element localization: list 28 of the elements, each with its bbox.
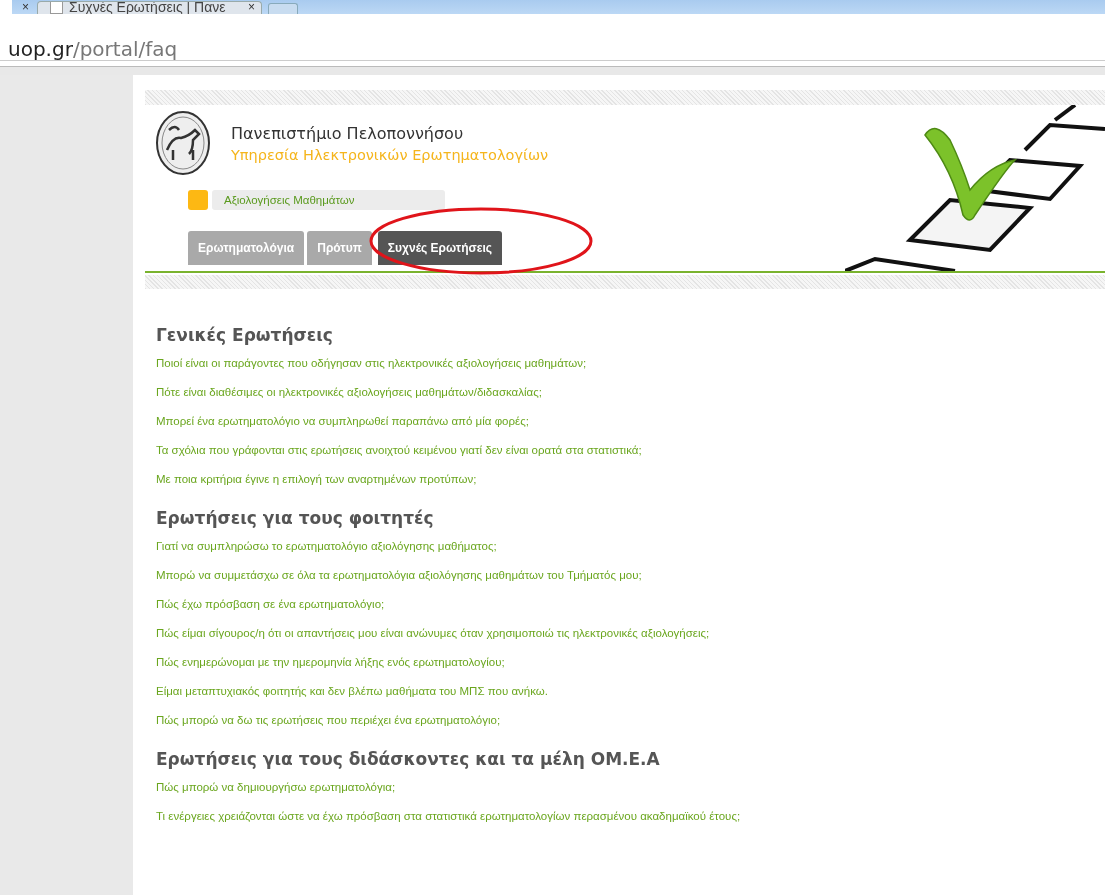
- nav-tab[interactable]: Συχνές Ερωτήσεις: [377, 231, 502, 265]
- browser-tab[interactable]: Συχνές Ερωτήσεις | Πανε ×: [37, 1, 262, 14]
- faq-link[interactable]: Μπορώ να συμμετάσχω σε όλα τα ερωτηματολόγια αξιολόγησης μαθημάτων του Τμήματός μου;: [156, 569, 642, 581]
- faq-link[interactable]: Πότε είναι διαθέσιμες οι ηλεκτρονικές αξιολογήσεις μαθημάτων/διδασκαλίας;: [156, 386, 542, 398]
- faq-link[interactable]: Γιατί να συμπληρώσω το ερωτηματολόγιο αξιολόγησης μαθήματος;: [156, 540, 497, 552]
- faq-link[interactable]: Πώς έχω πρόσβαση σε ένα ερωτηματολόγιο;: [156, 598, 385, 610]
- faq-link[interactable]: Πώς μπορώ να δω τις ερωτήσεις που περιέχει ένα ερωτηματολόγιο;: [156, 714, 501, 726]
- faq-link[interactable]: Ποιοί είναι οι παράγοντες που οδήγησαν στις ηλεκτρονικές αξιολογήσεις μαθημάτων;: [156, 357, 587, 369]
- section-heading: Ερωτήσεις για τους διδάσκοντες και τα μέλη ΟΜ.Ε.Α: [156, 748, 660, 769]
- faq-link[interactable]: Με ποια κριτήρια έγινε η επιλογή των αναρτημένων προτύπων;: [156, 473, 477, 485]
- site-subtitle: Υπηρεσία Ηλεκτρονικών Ερωτηματολογίων: [231, 146, 549, 163]
- coin-logo-icon: [155, 110, 211, 176]
- site-title: Πανεπιστήμιο Πελοποννήσου: [231, 123, 465, 143]
- square-icon: [188, 190, 208, 210]
- faq-link[interactable]: Είμαι μεταπτυχιακός φοιτητής και δεν βλέπω μαθήματα του ΜΠΣ που ανήκω.: [156, 685, 548, 697]
- section-heading: Ερωτήσεις για τους φοιτητές: [156, 507, 434, 528]
- breadcrumb-link[interactable]: Αξιολογήσεις Μαθημάτων: [212, 190, 445, 210]
- faq-link[interactable]: Τα σχόλια που γράφονται στις ερωτήσεις ανοιχτού κειμένου γιατί δεν είναι ορατά στα στατιστικά;: [156, 444, 642, 456]
- faq-link[interactable]: Πώς ενημερώνομαι με την ημερομηνία λήξης ενός ερωτηματολογίου;: [156, 656, 505, 668]
- faq-link[interactable]: Μπορεί ένα ερωτηματολόγιο να συμπληρωθεί παραπάνω από μία φορές;: [156, 415, 529, 427]
- address-bar[interactable]: uop.gr/portal/faq: [0, 38, 1105, 61]
- nav-tab[interactable]: Ερωτηματολόγια: [188, 231, 305, 265]
- section-heading: Γενικές Ερωτήσεις: [156, 324, 333, 345]
- faq-link[interactable]: Πώς είμαι σίγουρος/η ότι οι απαντήσεις μου είναι ανώνυμες όταν χρησιμοποιώ τις ηλεκτρονικές αξιολογήσεις;: [156, 627, 710, 639]
- nav-tab[interactable]: Πρότυπ: [307, 231, 372, 265]
- faq-link[interactable]: Τι ενέργειες χρειάζονται ώστε να έχω πρόσβαση στα στατιστικά ερωτηματολογίων περασμένου ακαδημαϊκού έτους;: [156, 810, 741, 822]
- new-tab-button[interactable]: [268, 3, 298, 14]
- faq-link[interactable]: Πώς μπορώ να δημιουργήσω ερωτηματολόγια;: [156, 781, 396, 793]
